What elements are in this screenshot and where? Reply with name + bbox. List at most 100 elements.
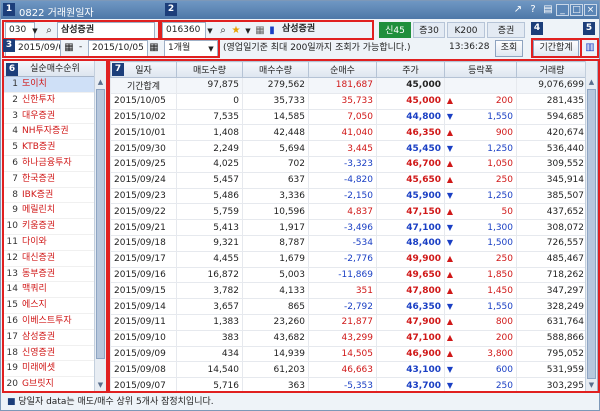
cell-sell: 5,759 [176, 203, 243, 221]
menu-icon[interactable]: ▤ [541, 3, 555, 16]
list-item[interactable]: 2 신한투자 [4, 93, 106, 109]
chevron-down-icon[interactable]: ▼ [28, 24, 42, 38]
list-item[interactable]: 13 동부증권 [4, 267, 106, 283]
cell-change-value: 1,850 [487, 269, 513, 280]
cell-date-value: 2015/09/21 [114, 222, 166, 233]
list-item[interactable]: 17 삼성증권 [4, 330, 106, 346]
table-row[interactable]: 2015/09/15 3,782 4,133 351 47,800 ▲ 1,450 347,2… [110, 282, 588, 300]
chart-icon[interactable]: ▥ [583, 41, 597, 55]
search-icon[interactable]: ⌕ [42, 24, 56, 38]
table-scroll-thumb[interactable] [587, 89, 596, 379]
table-row[interactable]: 2015/10/02 7,535 14,585 7,050 44,800 ▼ 1,550 59… [110, 108, 588, 126]
table-row[interactable]: 2015/09/09 434 14,939 14,505 46,900 ▲ 3,800 795… [110, 345, 588, 363]
cell-volume-value: 420,674 [546, 127, 584, 138]
tab-sec30[interactable]: 증30 [413, 22, 445, 38]
scroll-up-icon[interactable]: ▲ [95, 77, 106, 88]
stock-chevron-down-icon[interactable]: ▼ [203, 24, 217, 38]
up-arrow-icon: ▲ [446, 206, 454, 216]
table-row[interactable]: 2015/09/22 5,759 10,596 4,837 47,150 ▲ 50 437,6… [110, 203, 588, 221]
list-item[interactable]: 18 신영증권 [4, 346, 106, 362]
list-item[interactable]: 11 다이와 [4, 235, 106, 251]
cell-buy-value: 1,679 [279, 254, 305, 265]
close-button[interactable]: × [584, 4, 597, 16]
help-icon[interactable]: ? [526, 3, 540, 16]
table-row[interactable]: 2015/10/01 1,408 42,448 41,040 46,350 ▲ 900 420… [110, 124, 588, 142]
table-row[interactable]: 2015/09/14 3,657 865 -2,792 46,350 ▼ 1,550 328,… [110, 298, 588, 315]
calendar-from-icon[interactable]: ▦ [62, 41, 76, 55]
stock-code-select[interactable]: 016360 [162, 22, 206, 39]
cell-price: 46,350 [376, 124, 445, 142]
table-row[interactable]: 2015/09/18 9,321 8,787 -534 48,400 ▼ 1,500 726,… [110, 234, 588, 252]
list-item[interactable]: 8 IBK증권 [4, 188, 106, 204]
column-header[interactable]: 순매수 [308, 61, 377, 78]
tab-k200[interactable]: K200 [447, 22, 485, 38]
table-row[interactable]: 2015/10/05 0 35,733 35,733 45,000 ▲ 200 281,435 [110, 92, 588, 110]
cell-change: ▲ 50 [444, 203, 517, 221]
cell-net: -534 [308, 234, 377, 252]
table-row[interactable]: 기간합계 97,875 279,562 181,687 45,000 9,076,699 [110, 77, 588, 94]
calendar-to-icon[interactable]: ▦ [147, 41, 161, 55]
tab-kospi45[interactable]: 신45 [379, 22, 411, 38]
cell-volume-value: 795,052 [546, 348, 584, 359]
list-item[interactable]: 3 대우증권 [4, 109, 106, 125]
cell-price-value: 47,900 [406, 317, 441, 328]
up-arrow-icon: ▲ [446, 333, 454, 343]
table-row[interactable]: 2015/09/21 5,413 1,917 -3,496 47,100 ▼ 1,300 30… [110, 219, 588, 236]
column-header[interactable]: 등락폭 [444, 61, 517, 78]
table-scroll-down-icon[interactable]: ▼ [586, 380, 597, 391]
period-chevron-down-icon[interactable]: ▼ [204, 42, 218, 56]
list-item[interactable]: 10 키움증권 [4, 219, 106, 235]
list-item-broker-name: G브릿지 [22, 379, 54, 390]
list-item[interactable]: 7 한국증권 [4, 172, 106, 188]
list-item[interactable]: 9 메릴린치 [4, 203, 106, 220]
stock-search-icon[interactable]: ⌕ [216, 24, 230, 38]
column-header[interactable]: 주가 [376, 61, 445, 78]
table-row[interactable]: 2015/09/07 5,716 363 -5,353 43,700 ▼ 250 303,29… [110, 377, 588, 391]
table-scroll-up-icon[interactable]: ▲ [586, 77, 597, 88]
list-item[interactable]: 19 미래에셋 [4, 361, 106, 378]
table-row[interactable]: 2015/09/25 4,025 702 -3,323 46,700 ▲ 1,050 309,… [110, 155, 588, 173]
scroll-down-icon[interactable]: ▼ [95, 380, 106, 391]
search-button[interactable]: 조회 [495, 40, 523, 57]
flag-icon[interactable]: ▮ [265, 24, 279, 38]
table-row[interactable]: 2015/09/30 2,249 5,694 3,445 45,450 ▼ 1,250 536… [110, 140, 588, 157]
minimize-button[interactable]: _ [556, 4, 569, 16]
list-scrollbar[interactable]: ▲ ▼ [94, 61, 106, 391]
list-item-broker-name: 다이와 [22, 236, 47, 247]
scroll-thumb[interactable] [96, 89, 105, 359]
cell-change-value: 1,550 [487, 301, 513, 312]
cell-date: 2015/09/15 [110, 282, 177, 300]
table-row[interactable]: 2015/09/11 1,383 23,260 21,877 47,900 ▲ 800 631… [110, 313, 588, 331]
list-item[interactable]: 14 맥쿼리 [4, 282, 106, 299]
list-item[interactable]: 1 도이치 [4, 77, 106, 93]
cell-buy-value: 8,787 [279, 238, 305, 249]
table-row[interactable]: 2015/09/08 14,540 61,203 46,663 43,100 ▼ 600 53… [110, 361, 588, 379]
table-row[interactable]: 2015/09/16 16,872 5,003 -11,869 49,650 ▲ 1,850… [110, 266, 588, 284]
list-item[interactable]: 4 NH투자증권 [4, 124, 106, 141]
date-to-field[interactable]: 2015/10/05 [88, 40, 148, 57]
list-item[interactable]: 6 하나금융투자 [4, 156, 106, 172]
period-total-button[interactable]: 기간합계 [533, 40, 579, 57]
cell-sell: 5,716 [176, 377, 243, 391]
table-row[interactable]: 2015/09/17 4,455 1,679 -2,776 49,900 ▲ 250 485,… [110, 250, 588, 268]
broker-name-field[interactable]: 삼성증권 [57, 22, 155, 39]
cell-sell: 3,657 [176, 298, 243, 315]
tab-securities[interactable]: 증권 [487, 22, 525, 38]
cell-sell-value: 3,657 [213, 301, 239, 312]
table-row[interactable]: 2015/09/10 383 43,682 43,299 47,100 ▲ 200 588,8… [110, 329, 588, 347]
column-header[interactable]: 거래량 [516, 61, 588, 78]
list-item[interactable]: 20 G브릿지 [4, 377, 106, 391]
link-icon[interactable]: ↗ [511, 3, 525, 16]
cell-change-value: 250 [495, 254, 513, 265]
list-item[interactable]: 15 에스지 [4, 298, 106, 314]
table-row[interactable]: 2015/09/23 5,486 3,336 -2,150 45,900 ▼ 1,250 38… [110, 187, 588, 205]
list-item[interactable]: 16 이베스트투자 [4, 314, 106, 330]
list-item[interactable]: 12 대신증권 [4, 251, 106, 267]
table-row[interactable]: 2015/09/24 5,457 637 -4,820 45,650 ▲ 250 345,91… [110, 171, 588, 189]
list-item[interactable]: 5 KTB증권 [4, 140, 106, 156]
maximize-button[interactable]: □ [570, 4, 583, 16]
column-header[interactable]: 매도수량 [176, 61, 243, 78]
column-header[interactable]: 매수수량 [242, 61, 309, 78]
table-scrollbar[interactable]: ▲ ▼ [585, 61, 597, 391]
cell-buy-value: 14,939 [273, 348, 306, 359]
